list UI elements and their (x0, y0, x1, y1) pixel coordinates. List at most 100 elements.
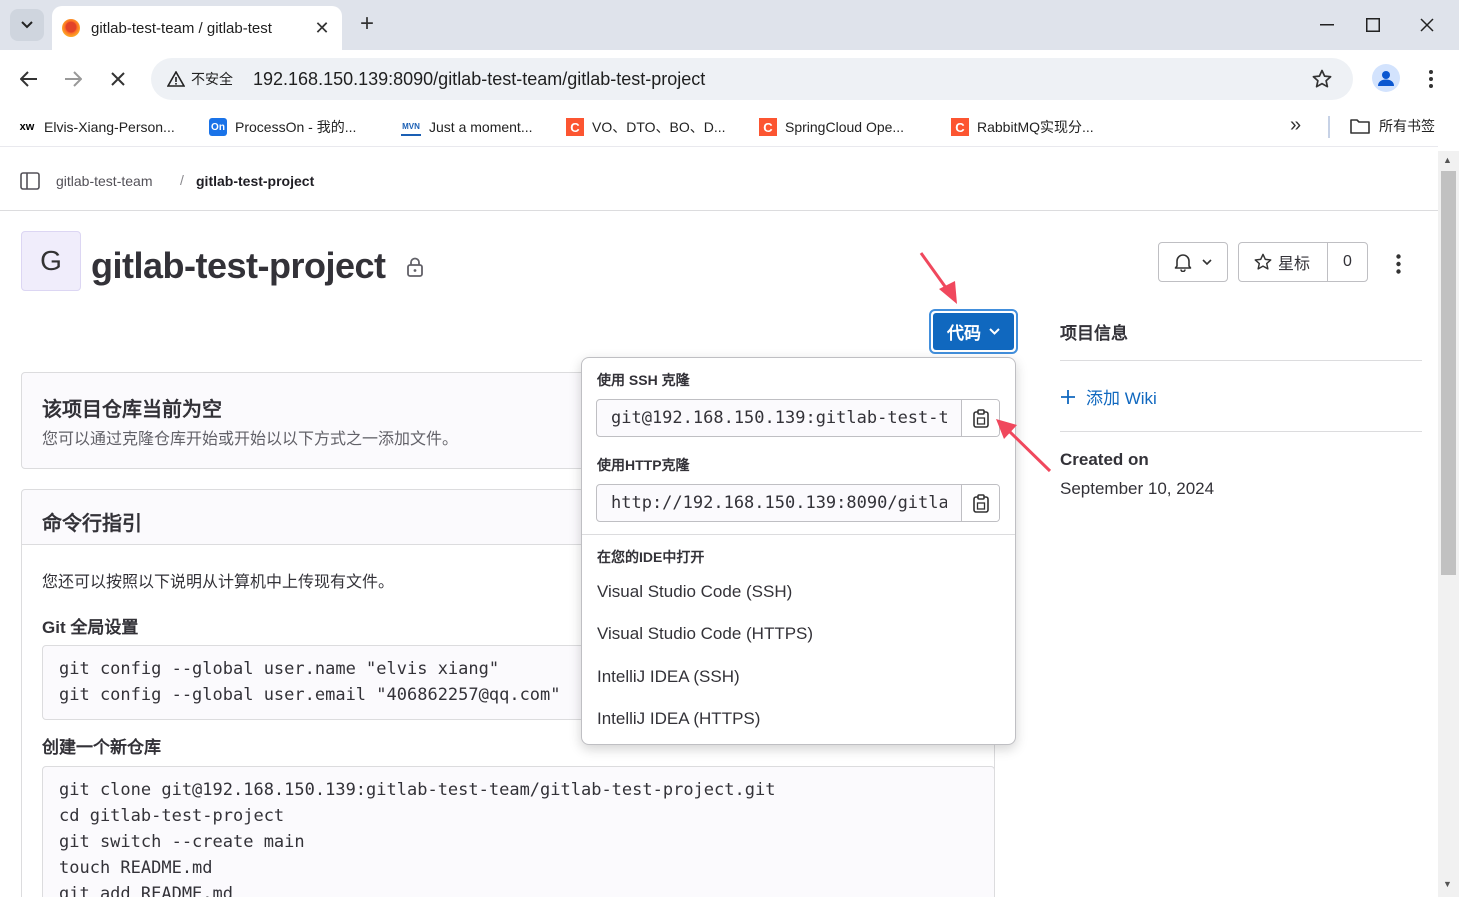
bookmark-item[interactable]: C VO、DTO、BO、D... (566, 116, 726, 138)
tab-title: gitlab-test-team / gitlab-test (91, 19, 272, 37)
star-count[interactable]: 0 (1328, 253, 1367, 271)
breadcrumb-group[interactable]: gitlab-test-team (56, 173, 152, 189)
ssh-clone-field (596, 399, 1000, 437)
person-icon (1378, 71, 1394, 86)
browser-tab-bar: gitlab-test-team / gitlab-test ✕ + (0, 0, 1459, 50)
security-label: 不安全 (191, 71, 233, 87)
bookmark-item[interactable]: C RabbitMQ实现分... (951, 116, 1094, 138)
chevron-down-icon (989, 328, 1000, 335)
page-scrollbar[interactable]: ▲ ▼ (1438, 151, 1459, 897)
chevron-down-icon (1202, 259, 1212, 265)
bookmark-item[interactable]: C SpringCloud Ope... (759, 116, 904, 138)
bookmark-label: Just a moment... (429, 119, 533, 135)
created-on-date: September 10, 2024 (1060, 479, 1215, 498)
new-repo-code[interactable]: git clone git@192.168.150.139:gitlab-tes… (42, 766, 995, 897)
close-icon (111, 72, 125, 86)
scrollbar-thumb[interactable] (1441, 171, 1456, 575)
close-icon (1420, 18, 1434, 32)
new-tab-button[interactable]: + (352, 10, 382, 40)
global-setup-heading: Git 全局设置 (42, 618, 139, 637)
scroll-up-icon[interactable]: ▲ (1443, 155, 1452, 165)
breadcrumb-separator: / (180, 172, 184, 188)
add-wiki-label: 添加 Wiki (1086, 389, 1157, 408)
breadcrumb-project[interactable]: gitlab-test-project (196, 173, 314, 189)
bookmark-label: RabbitMQ实现分... (977, 119, 1094, 135)
bookmark-star-button[interactable] (1309, 67, 1335, 91)
address-bar[interactable]: 不安全 192.168.150.139:8090/gitlab-test-tea… (151, 58, 1353, 100)
close-window-button[interactable] (1404, 8, 1450, 42)
ide-option-vscode-ssh[interactable]: Visual Studio Code (SSH) (597, 582, 792, 602)
page-title: gitlab-test-project (91, 245, 386, 286)
chevron-down-icon (21, 21, 33, 29)
url-text[interactable]: 192.168.150.139:8090/gitlab-test-team/gi… (253, 69, 705, 90)
page-viewport: gitlab-test-team / gitlab-test-project G… (0, 146, 1438, 897)
add-wiki-link[interactable]: 添加 Wiki (1060, 384, 1157, 409)
bookmark-item[interactable]: MVN Just a moment... (401, 116, 532, 138)
sidebar-divider (1060, 431, 1422, 432)
http-clone-label: 使用HTTP克隆 (597, 457, 690, 473)
folder-icon (1350, 119, 1370, 134)
back-button[interactable] (12, 62, 46, 96)
notification-button[interactable] (1158, 242, 1228, 282)
new-repo-heading: 创建一个新仓库 (42, 738, 161, 757)
warning-icon (167, 71, 185, 87)
star-icon (1312, 69, 1332, 88)
top-breadcrumb-bar: gitlab-test-team / gitlab-test-project (0, 147, 1438, 211)
bookmark-label: ProcessOn - 我的... (235, 119, 357, 135)
code-dropdown-button[interactable]: 代码 (929, 309, 1018, 354)
security-indicator[interactable]: 不安全 (159, 64, 241, 94)
copy-ssh-url-button[interactable] (961, 400, 999, 436)
browser-tab-active[interactable]: gitlab-test-team / gitlab-test ✕ (52, 6, 342, 50)
lock-icon (407, 257, 423, 277)
project-more-actions-button[interactable] (1386, 247, 1410, 281)
project-info-title: 项目信息 (1060, 324, 1128, 343)
more-vertical-icon (1429, 70, 1433, 88)
xw-logo-icon: xw (19, 121, 35, 133)
bookmark-item[interactable]: On ProcessOn - 我的... (209, 116, 356, 138)
scroll-down-icon[interactable]: ▼ (1443, 879, 1452, 889)
forward-button[interactable] (56, 62, 90, 96)
profile-avatar[interactable] (1372, 64, 1400, 92)
ide-option-intellij-ssh[interactable]: IntelliJ IDEA (SSH) (597, 667, 740, 687)
empty-repo-description: 您可以通过克隆仓库开始或开始以以下方式之一添加文件。 (42, 431, 459, 448)
gitlab-favicon-icon (62, 19, 80, 37)
more-vertical-icon (1395, 254, 1401, 274)
star-toggle[interactable]: 星标 (1239, 243, 1328, 281)
cli-intro: 您还可以按照以下说明从计算机中上传现有文件。 (42, 574, 395, 591)
bell-icon (1174, 254, 1192, 272)
clone-dropdown-menu: 使用 SSH 克隆 使用HTTP克隆 在您的IDE中打开 Visual Stud… (581, 357, 1016, 745)
bookmark-label: Elvis-Xiang-Person... (44, 119, 175, 135)
star-button[interactable]: 星标 0 (1238, 242, 1368, 282)
browser-menu-button[interactable] (1420, 64, 1442, 94)
csdn-logo-icon: C (951, 118, 969, 136)
sidebar-divider (1060, 360, 1422, 361)
ide-option-intellij-https[interactable]: IntelliJ IDEA (HTTPS) (597, 709, 760, 729)
bookmark-item[interactable]: xw Elvis-Xiang-Person... (18, 116, 175, 138)
close-tab-icon[interactable]: ✕ (312, 18, 332, 39)
maximize-button[interactable] (1350, 8, 1396, 42)
code-button-label: 代码 (947, 324, 981, 343)
ide-option-vscode-https[interactable]: Visual Studio Code (HTTPS) (597, 624, 813, 644)
ssh-url-input[interactable] (597, 400, 961, 436)
dropdown-divider (582, 534, 1015, 535)
bookmarks-divider (1328, 116, 1330, 138)
all-bookmarks-button[interactable]: 所有书签 (1350, 116, 1435, 136)
code-button-body: 代码 (933, 313, 1014, 350)
mvn-logo-icon: MVN (401, 118, 421, 136)
star-icon (1254, 253, 1272, 270)
minimize-icon (1320, 24, 1334, 26)
csdn-logo-icon: C (759, 118, 777, 136)
clipboard-icon (973, 408, 989, 428)
empty-repo-title: 该项目仓库当前为空 (42, 399, 222, 421)
browser-toolbar: 不安全 192.168.150.139:8090/gitlab-test-tea… (0, 50, 1459, 108)
http-url-input[interactable] (597, 485, 961, 521)
more-bookmarks-button[interactable]: » (1290, 114, 1301, 137)
minimize-button[interactable] (1304, 8, 1350, 42)
bookmark-label: SpringCloud Ope... (785, 119, 905, 135)
clipboard-icon (973, 493, 989, 513)
all-bookmarks-label: 所有书签 (1379, 118, 1435, 134)
stop-loading-button[interactable] (101, 62, 135, 96)
copy-http-url-button[interactable] (961, 485, 999, 521)
sidebar-toggle-icon[interactable] (20, 172, 40, 190)
tab-search-button[interactable] (10, 9, 44, 41)
